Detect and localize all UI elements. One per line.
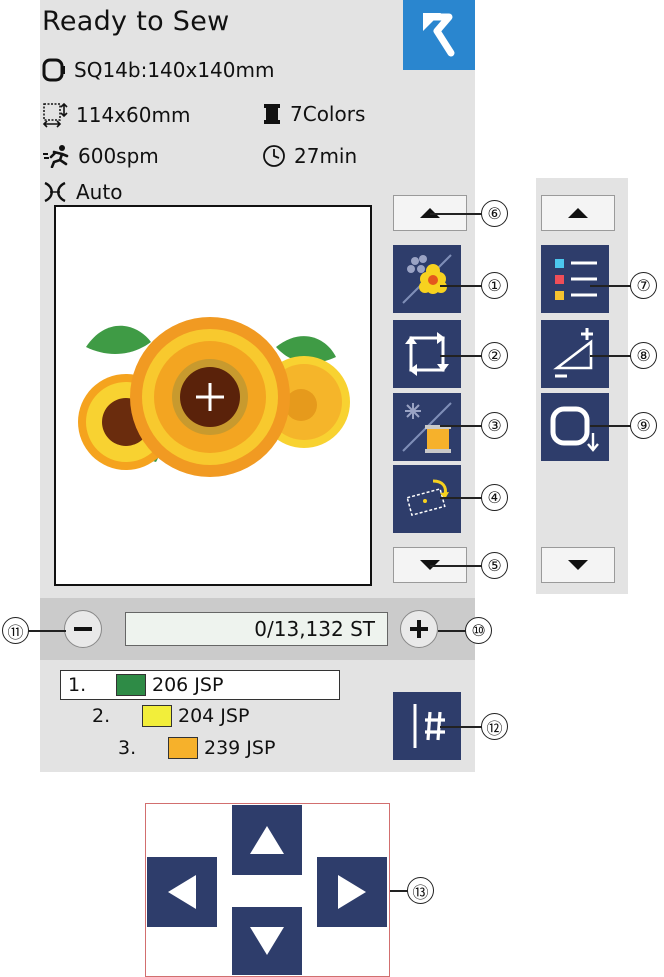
back-button[interactable] — [403, 0, 475, 70]
callout-1: ① — [481, 272, 508, 299]
color-list-item[interactable]: 1. 206 JSP — [68, 670, 223, 700]
jog-left-button[interactable] — [147, 857, 217, 927]
color-code: 239 JSP — [204, 737, 276, 759]
callout-leader — [440, 355, 482, 357]
flower-scissors-icon — [402, 254, 452, 304]
jog-right-button[interactable] — [317, 857, 387, 927]
callout-2: ② — [481, 342, 508, 369]
color-group-button[interactable] — [393, 245, 461, 313]
design-size-info: 114x60mm — [42, 102, 190, 128]
callout-7: ⑦ — [630, 272, 657, 299]
minus-icon — [74, 627, 92, 631]
callout-leader — [28, 630, 66, 632]
jog-down-button[interactable] — [232, 907, 302, 975]
rotate-hoop-button[interactable] — [393, 465, 461, 533]
time-info: 27min — [262, 144, 357, 168]
color-code: 206 JSP — [152, 674, 224, 696]
callout-5: ⑤ — [481, 552, 508, 579]
rotate-hoop-icon — [406, 479, 449, 517]
color-index: 2. — [92, 705, 111, 727]
design-size-text: 114x60mm — [76, 103, 191, 127]
color-index: 3. — [118, 737, 137, 759]
callout-leader — [440, 497, 482, 499]
callout-12: ⑫ — [481, 713, 508, 740]
trace-button[interactable] — [393, 320, 461, 388]
list-icon — [555, 259, 597, 300]
page-title: Ready to Sew — [42, 6, 230, 37]
stitch-forward-button[interactable] — [400, 610, 438, 648]
hoop-icon — [550, 406, 599, 452]
color-swatch — [142, 705, 172, 727]
callout-4: ④ — [481, 484, 508, 511]
color-code: 204 JSP — [178, 705, 250, 727]
alt-page-down-button[interactable] — [541, 547, 615, 583]
time-text: 27min — [294, 144, 358, 168]
callout-leader — [590, 425, 632, 427]
color-list-button[interactable] — [541, 245, 609, 313]
stitch-back-button[interactable] — [64, 610, 102, 648]
callout-leader — [440, 285, 482, 287]
arrow-left-icon — [168, 875, 196, 909]
callout-9: ⑨ — [630, 412, 657, 439]
sunflower-embroidery-image — [78, 317, 350, 477]
thread-cutter-icon — [44, 181, 66, 203]
color-swatch — [168, 737, 198, 759]
callout-leader — [440, 726, 482, 728]
callout-leader — [438, 630, 466, 632]
callout-leader — [440, 425, 482, 427]
callout-leader — [430, 565, 482, 567]
alt-page-up-button[interactable] — [541, 195, 615, 231]
hoop-size-text: SQ14b:140x140mm — [74, 58, 275, 82]
color-count-info: 7Colors — [262, 102, 365, 126]
callout-11: ⑪ — [2, 617, 29, 644]
callout-6: ⑥ — [481, 200, 508, 227]
speed-info: 600spm — [42, 144, 159, 168]
trace-frame-icon — [405, 332, 449, 376]
clock-icon — [263, 145, 285, 167]
hoop-change-button[interactable] — [541, 393, 609, 461]
callout-leader — [590, 285, 632, 287]
stitch-count-display: 0/13,132 ST — [125, 612, 388, 646]
callout-leader — [390, 890, 408, 892]
design-preview[interactable] — [54, 205, 372, 586]
thread-cutter-text: Auto — [76, 180, 123, 204]
color-swatch — [116, 674, 146, 696]
single-color-button[interactable] — [393, 393, 461, 461]
hoop-icon — [42, 58, 65, 82]
jog-up-button[interactable] — [232, 805, 302, 875]
callout-leader — [430, 213, 482, 215]
arrow-down-icon — [568, 560, 588, 570]
callout-8: ⑧ — [630, 342, 657, 369]
tension-icon — [553, 328, 593, 378]
tension-button[interactable] — [541, 320, 609, 388]
dimension-icon — [42, 102, 68, 128]
callout-3: ③ — [481, 412, 508, 439]
arrow-right-icon — [338, 875, 366, 909]
thread-cutter-info: Auto — [42, 180, 122, 204]
arrow-up-icon — [250, 826, 284, 854]
spool-cross-icon — [402, 402, 452, 453]
callout-leader — [590, 355, 632, 357]
color-list-item[interactable]: 3. 239 JSP — [118, 733, 275, 763]
callout-13: ⑬ — [407, 877, 434, 904]
plus-icon — [410, 620, 428, 638]
callout-10: ⑩ — [465, 617, 492, 644]
color-list-item[interactable]: 2. 204 JSP — [92, 701, 249, 731]
spool-icon — [264, 104, 280, 124]
color-index: 1. — [68, 674, 87, 696]
color-count-text: 7Colors — [290, 102, 366, 126]
arrow-down-icon — [250, 927, 284, 955]
speed-text: 600spm — [78, 144, 159, 168]
hoop-info: SQ14b:140x140mm — [42, 58, 274, 82]
arrow-up-icon — [568, 208, 588, 218]
return-arrow-icon — [423, 12, 455, 56]
running-speed-icon — [43, 145, 69, 168]
